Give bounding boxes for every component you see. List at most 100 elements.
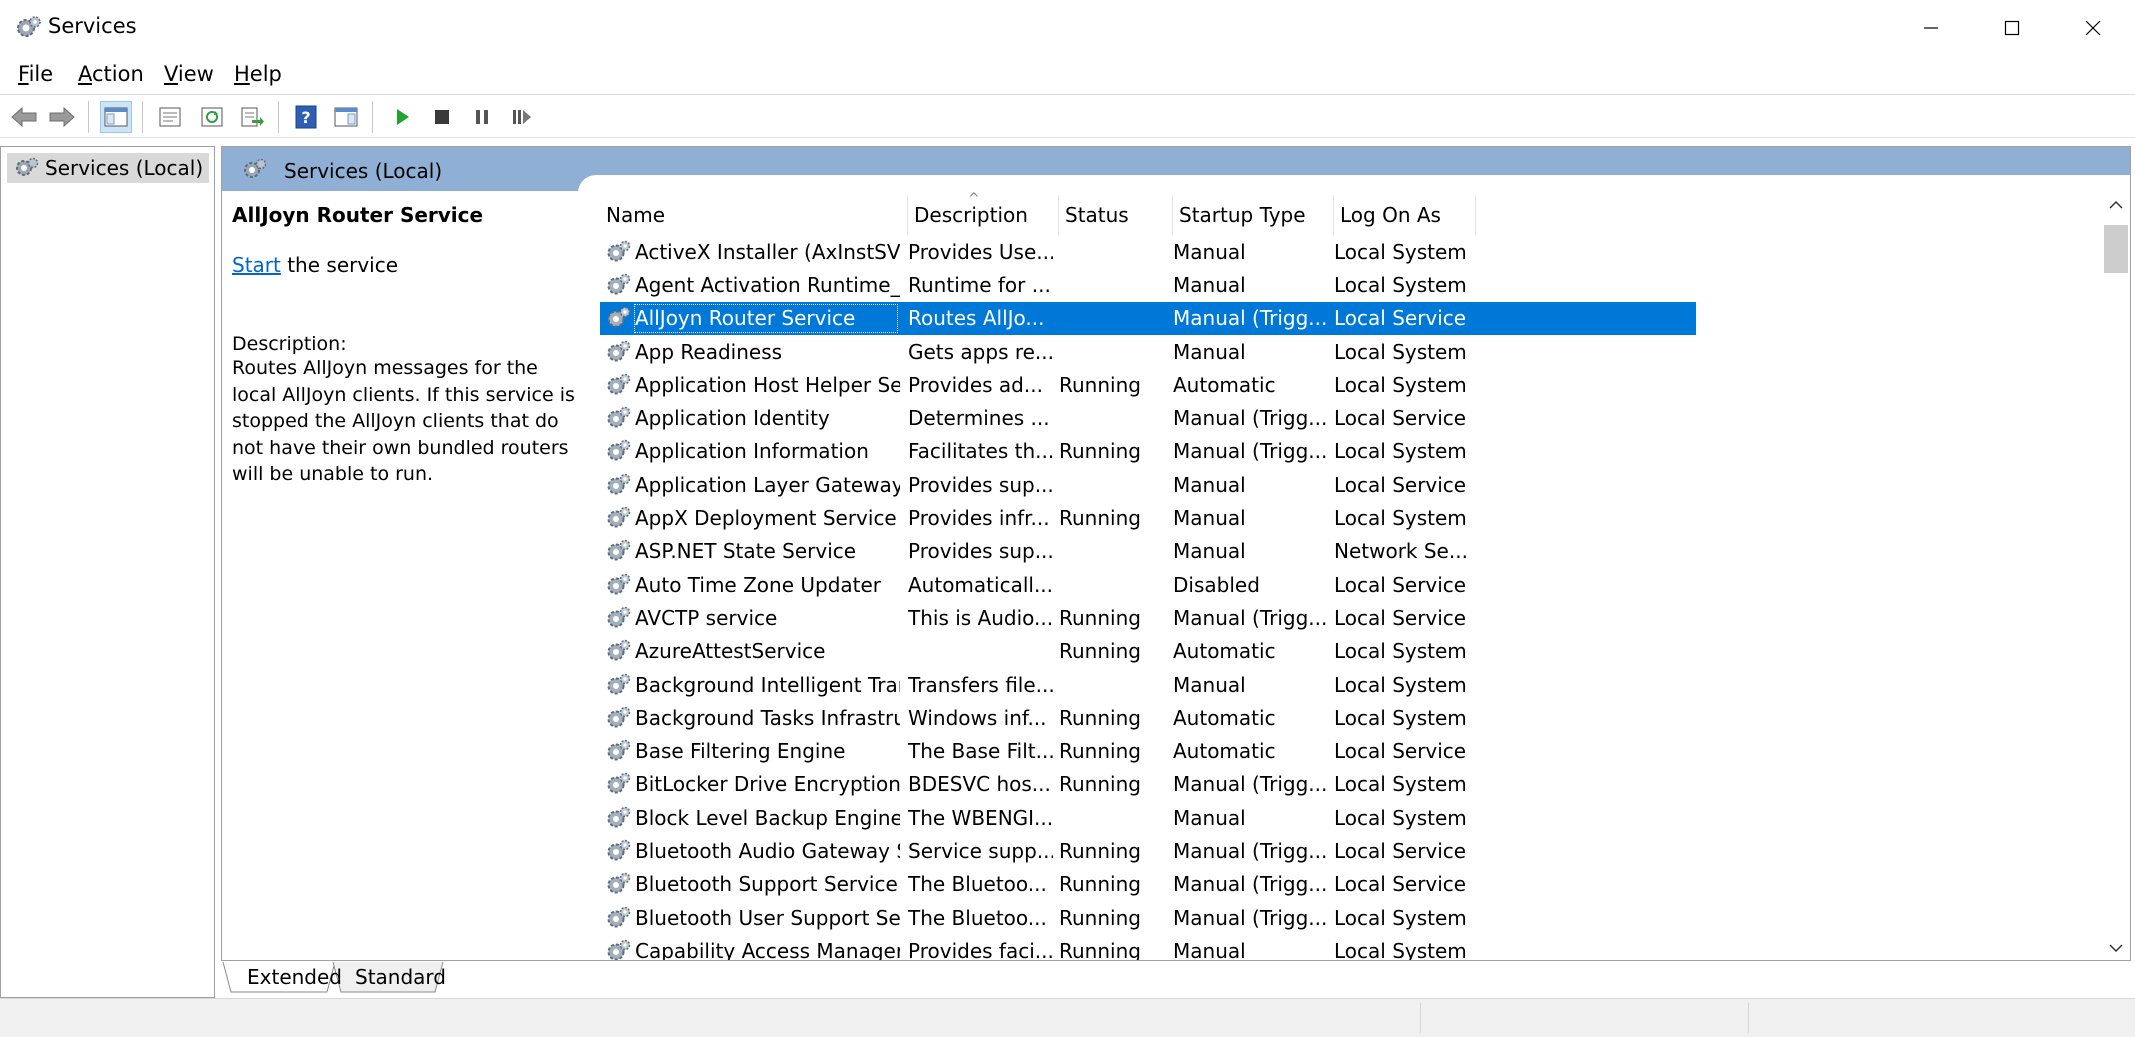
service-status bbox=[1059, 401, 1169, 434]
table-row[interactable]: Block Level Backup Engine S... The WBENGI… bbox=[600, 801, 1700, 834]
table-row[interactable]: Base Filtering Engine The Base Filt... Run… bbox=[600, 734, 1700, 767]
show-hide-console-tree-icon[interactable] bbox=[100, 101, 132, 133]
table-row[interactable]: App Readiness Gets apps re... Manual Local … bbox=[600, 335, 1700, 368]
service-startup-type: Manual (Trigg... bbox=[1173, 772, 1328, 797]
scroll-thumb[interactable] bbox=[2104, 225, 2128, 273]
gear-icon bbox=[602, 302, 634, 335]
view-tabs: Extended Standard bbox=[221, 962, 721, 996]
table-row[interactable]: ActiveX Installer (AxInstSV) Provides Use… bbox=[600, 235, 1700, 268]
table-row[interactable]: AVCTP service This is Audio... Running Manu… bbox=[600, 601, 1700, 634]
table-row[interactable]: Capability Access Manager S... Provides f… bbox=[600, 934, 1700, 961]
table-row[interactable]: Auto Time Zone Updater Automaticall... Dis… bbox=[600, 568, 1700, 601]
table-row[interactable]: Background Intelligent Tran... Transfers … bbox=[600, 668, 1700, 701]
forward-arrow-icon[interactable] bbox=[46, 101, 78, 133]
table-row[interactable]: Application Layer Gateway S... Provides s… bbox=[600, 468, 1700, 501]
service-description-cell: Provides faci... bbox=[908, 938, 1053, 961]
service-startup-type: Manual (Trigg... bbox=[1173, 905, 1328, 930]
start-service-icon[interactable] bbox=[386, 101, 418, 133]
scroll-up-button[interactable] bbox=[2102, 191, 2130, 219]
column-header-startup-type[interactable]: Startup Type bbox=[1173, 195, 1334, 235]
export-list-icon[interactable] bbox=[236, 101, 268, 133]
table-row[interactable]: Application Host Helper Serv... Provides … bbox=[600, 368, 1700, 401]
start-service-link[interactable]: Start bbox=[232, 253, 281, 277]
menu-action[interactable]: Action bbox=[78, 62, 144, 86]
service-name: Bluetooth Audio Gateway Se... bbox=[635, 838, 900, 863]
table-row[interactable]: Application Information Facilitates th...… bbox=[600, 435, 1700, 468]
service-description-cell: The Base Filt... bbox=[908, 739, 1053, 764]
service-log-on-as: Local System bbox=[1334, 439, 1467, 464]
toolbar-separator bbox=[278, 101, 279, 133]
menu-help[interactable]: Help bbox=[234, 62, 282, 86]
gear-icon bbox=[602, 801, 634, 834]
service-startup-type: Automatic bbox=[1173, 739, 1276, 764]
table-row[interactable]: Bluetooth User Support Serv... The Blueto… bbox=[600, 901, 1700, 934]
toolbar-separator bbox=[142, 101, 143, 133]
service-name: ASP.NET State Service bbox=[635, 539, 857, 564]
window-title: Services bbox=[48, 14, 137, 38]
service-name: Block Level Backup Engine S... bbox=[635, 805, 900, 830]
service-log-on-as: Local Service bbox=[1334, 838, 1467, 863]
table-row[interactable]: AzureAttestService Running Automatic Local … bbox=[600, 635, 1700, 668]
gear-icon bbox=[240, 155, 268, 188]
service-name: Bluetooth User Support Serv... bbox=[635, 905, 900, 930]
service-status: Running bbox=[1059, 772, 1141, 797]
resume-service-icon[interactable] bbox=[506, 101, 538, 133]
table-row[interactable]: BitLocker Drive Encryption S... BDESVC ho… bbox=[600, 768, 1700, 801]
console-tree: Services (Local) bbox=[0, 146, 215, 998]
service-startup-type: Manual (Trigg... bbox=[1173, 406, 1328, 431]
menu-view[interactable]: View bbox=[164, 62, 214, 86]
column-header-description[interactable]: Description bbox=[908, 195, 1059, 235]
properties-icon[interactable] bbox=[154, 101, 186, 133]
service-log-on-as: Local Service bbox=[1334, 472, 1467, 497]
service-status: Running bbox=[1059, 506, 1141, 531]
pause-service-icon[interactable] bbox=[466, 101, 498, 133]
pane-title: Services (Local) bbox=[284, 159, 443, 183]
table-row[interactable]: Bluetooth Audio Gateway Se... Service sup… bbox=[600, 834, 1700, 867]
service-action-text: the service bbox=[280, 253, 399, 277]
gear-icon bbox=[602, 635, 634, 668]
refresh-icon[interactable] bbox=[196, 101, 228, 133]
service-status: Running bbox=[1059, 372, 1141, 397]
service-log-on-as: Local System bbox=[1334, 239, 1467, 264]
column-header-log-on-as[interactable]: Log On As bbox=[1334, 195, 1476, 235]
gear-icon bbox=[602, 768, 634, 801]
vertical-scrollbar[interactable] bbox=[2102, 191, 2130, 960]
service-status bbox=[1059, 468, 1169, 501]
close-button[interactable] bbox=[2053, 0, 2133, 56]
close-icon bbox=[2085, 20, 2101, 36]
scroll-down-button[interactable] bbox=[2102, 934, 2130, 960]
help-icon[interactable]: ? bbox=[290, 101, 322, 133]
service-status: Running bbox=[1059, 639, 1141, 664]
tab-extended[interactable]: Extended bbox=[235, 962, 354, 992]
service-name: Background Intelligent Tran... bbox=[635, 672, 900, 697]
table-row[interactable]: AppX Deployment Service (A... Provides in… bbox=[600, 501, 1700, 534]
service-status: Running bbox=[1059, 872, 1141, 897]
service-description-cell: BDESVC hos... bbox=[908, 772, 1051, 797]
stop-service-icon[interactable] bbox=[426, 101, 458, 133]
gear-icon bbox=[602, 934, 634, 960]
table-row[interactable]: Application Identity Determines ... Manual… bbox=[600, 401, 1700, 434]
column-header-name[interactable]: Name bbox=[600, 195, 908, 235]
service-status bbox=[1059, 568, 1169, 601]
menu-file[interactable]: File bbox=[18, 62, 53, 86]
service-log-on-as: Local System bbox=[1334, 672, 1467, 697]
toolbar-separator bbox=[372, 101, 373, 133]
service-startup-type: Manual bbox=[1173, 938, 1246, 961]
gear-icon bbox=[14, 14, 42, 42]
table-row[interactable]: Agent Activation Runtime_1... Runtime for… bbox=[600, 268, 1700, 301]
service-name: Auto Time Zone Updater bbox=[635, 572, 882, 597]
column-header-status[interactable]: Status bbox=[1059, 195, 1173, 235]
service-name: Agent Activation Runtime_1... bbox=[635, 272, 900, 297]
table-row[interactable]: AllJoyn Router Service Routes AllJo... Man… bbox=[600, 301, 1696, 335]
back-arrow-icon[interactable] bbox=[8, 101, 40, 133]
table-row[interactable]: Bluetooth Support Service The Bluetoo... R… bbox=[600, 868, 1700, 901]
show-hide-action-pane-icon[interactable] bbox=[330, 101, 362, 133]
maximize-button[interactable] bbox=[1972, 0, 2052, 56]
table-row[interactable]: ASP.NET State Service Provides sup... Manu… bbox=[600, 535, 1700, 568]
service-name: Background Tasks Infrastruc... bbox=[635, 705, 900, 730]
table-row[interactable]: Background Tasks Infrastruc... Windows in… bbox=[600, 701, 1700, 734]
tab-standard[interactable]: Standard bbox=[343, 962, 458, 992]
service-status: Running bbox=[1059, 439, 1141, 464]
minimize-button[interactable] bbox=[1891, 0, 1971, 56]
tree-item-services-local[interactable]: Services (Local) bbox=[7, 153, 210, 183]
